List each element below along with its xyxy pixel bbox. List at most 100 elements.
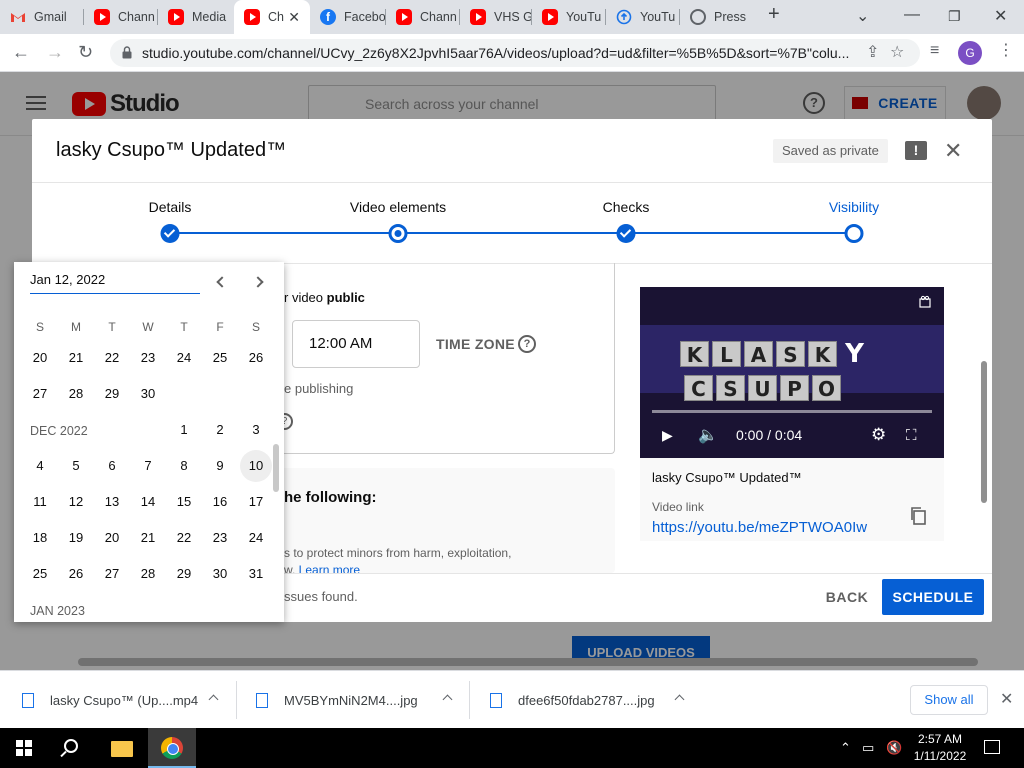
calendar-day[interactable]: 29 xyxy=(96,378,128,410)
reload-icon[interactable]: ↻ xyxy=(78,42,93,63)
close-tab-icon[interactable]: ✕ xyxy=(288,9,300,26)
calendar-day[interactable]: 14 xyxy=(132,486,164,518)
download-item[interactable]: lasky Csupo™ (Up....mp4 xyxy=(22,671,222,729)
settings-gear-icon[interactable]: ⚙ xyxy=(871,425,886,445)
step-visibility[interactable]: Visibility xyxy=(829,199,879,215)
calendar-day[interactable]: 26 xyxy=(240,342,272,374)
step-video-elements[interactable]: Video elements xyxy=(350,199,446,215)
restore-icon[interactable]: ❐ xyxy=(948,8,961,25)
tab-channel-2[interactable]: Chann xyxy=(386,0,460,34)
time-input[interactable]: 12:00 AM xyxy=(292,320,420,368)
calendar-day[interactable]: 25 xyxy=(24,558,56,590)
taskbar-search-icon[interactable] xyxy=(64,739,78,753)
calendar-day[interactable]: 20 xyxy=(24,342,56,374)
calendar-day[interactable]: 3 xyxy=(240,414,272,446)
play-icon[interactable]: ▶ xyxy=(662,427,673,444)
taskbar-clock[interactable]: 2:57 AM 1/11/2022 xyxy=(908,731,972,765)
step-visibility-ring-icon[interactable] xyxy=(844,224,864,243)
volume-muted-icon[interactable]: 🔇 xyxy=(886,740,902,756)
show-all-button[interactable]: Show all xyxy=(910,685,988,715)
calendar-day[interactable]: 29 xyxy=(168,558,200,590)
calendar-day[interactable]: 17 xyxy=(240,486,272,518)
forward-arrow-icon[interactable]: → xyxy=(46,42,64,63)
windows-start-icon[interactable] xyxy=(16,740,32,756)
calendar-scrollbar[interactable] xyxy=(273,444,279,492)
seek-bar[interactable] xyxy=(652,410,932,413)
calendar-day[interactable]: 12 xyxy=(60,486,92,518)
calendar-day[interactable]: 22 xyxy=(168,522,200,554)
tray-chevron-icon[interactable]: ⌃ xyxy=(840,740,851,756)
step-details[interactable]: Details xyxy=(149,199,192,215)
tab-press[interactable]: Press xyxy=(680,0,754,34)
download-item[interactable]: MV5BYmNiN2M4....jpg xyxy=(256,671,456,729)
calendar-day[interactable]: 2 xyxy=(204,414,236,446)
calendar-day[interactable]: 4 xyxy=(24,450,56,482)
calendar-day[interactable]: 1 xyxy=(168,414,200,446)
file-explorer-icon[interactable] xyxy=(111,741,133,757)
fullscreen-icon[interactable]: ⛶ xyxy=(906,427,917,444)
video-link[interactable]: https://youtu.be/meZPTWOA0Iw xyxy=(652,519,867,536)
step-checks-check-icon[interactable] xyxy=(616,224,636,243)
calendar-day[interactable]: 16 xyxy=(204,486,236,518)
calendar-day[interactable]: 21 xyxy=(132,522,164,554)
calendar-day[interactable]: 15 xyxy=(168,486,200,518)
new-tab-icon[interactable]: + xyxy=(768,3,780,26)
calendar-day[interactable]: 11 xyxy=(24,486,56,518)
chevron-up-icon[interactable] xyxy=(208,694,219,705)
tab-search-chevron-icon[interactable]: ⌄ xyxy=(856,6,869,26)
tab-gmail[interactable]: Gmail xyxy=(0,0,84,34)
step-details-check-icon[interactable] xyxy=(160,224,180,243)
network-icon[interactable]: ▭ xyxy=(862,740,874,756)
tab-youtube-1[interactable]: YouTu xyxy=(532,0,606,34)
next-month-icon[interactable] xyxy=(252,276,264,288)
learn-more-link[interactable]: Learn more xyxy=(299,563,360,577)
calendar-day[interactable]: 13 xyxy=(96,486,128,518)
notifications-icon[interactable] xyxy=(984,740,1000,754)
calendar-day[interactable]: 28 xyxy=(60,378,92,410)
date-input[interactable]: Jan 12, 2022 xyxy=(30,272,200,294)
chevron-up-icon[interactable] xyxy=(442,694,453,705)
time-zone-label[interactable]: TIME ZONE xyxy=(436,336,515,352)
tab-channel-1[interactable]: Chann xyxy=(84,0,158,34)
download-item[interactable]: dfee6f50fdab2787....jpg xyxy=(490,671,690,729)
calendar-day[interactable]: 23 xyxy=(132,342,164,374)
address-bar[interactable]: studio.youtube.com/channel/UCvy_2z6y8X2J… xyxy=(110,39,920,67)
step-video-elements-dot-icon[interactable] xyxy=(388,224,408,243)
calendar-day[interactable]: 31 xyxy=(240,558,272,590)
calendar-day[interactable]: 5 xyxy=(60,450,92,482)
time-zone-help-icon[interactable]: ? xyxy=(518,335,536,353)
window-close-icon[interactable]: ✕ xyxy=(994,6,1007,26)
calendar-day[interactable]: 19 xyxy=(60,522,92,554)
volume-icon[interactable]: 🔈 xyxy=(698,425,718,445)
back-arrow-icon[interactable]: ← xyxy=(12,42,30,63)
previous-month-icon[interactable] xyxy=(216,276,228,288)
calendar-day[interactable]: 8 xyxy=(168,450,200,482)
tab-youtube-2[interactable]: YouTu xyxy=(606,0,680,34)
calendar-day[interactable]: 22 xyxy=(96,342,128,374)
calendar-day[interactable]: 30 xyxy=(204,558,236,590)
calendar-day[interactable]: 21 xyxy=(60,342,92,374)
feedback-icon[interactable]: ! xyxy=(905,141,927,160)
panel-scrollbar[interactable] xyxy=(981,361,987,503)
close-downloads-icon[interactable]: ✕ xyxy=(1000,689,1013,709)
step-checks[interactable]: Checks xyxy=(603,199,650,215)
profile-avatar[interactable]: G xyxy=(958,41,982,65)
calendar-day[interactable]: 7 xyxy=(132,450,164,482)
share-icon[interactable]: ⇪ xyxy=(866,42,879,62)
calendar-day[interactable]: 23 xyxy=(204,522,236,554)
tab-facebook[interactable]: f Facebo xyxy=(310,0,386,34)
browser-menu-icon[interactable]: ⋮ xyxy=(998,40,1014,60)
calendar-day[interactable]: 9 xyxy=(204,450,236,482)
video-player[interactable]: K L A S K Y C S U P O ▶ 🔈 0:00 / 0:04 ⚙ … xyxy=(640,287,944,458)
calendar-day[interactable]: 25 xyxy=(204,342,236,374)
calendar-day[interactable]: 24 xyxy=(240,522,272,554)
calendar-day-highlighted[interactable]: 10 xyxy=(240,450,272,482)
minimize-icon[interactable]: — xyxy=(904,6,920,24)
calendar-day[interactable]: 18 xyxy=(24,522,56,554)
schedule-button[interactable]: SCHEDULE xyxy=(882,579,984,615)
calendar-day[interactable]: 6 xyxy=(96,450,128,482)
calendar-day[interactable]: 24 xyxy=(168,342,200,374)
calendar-day[interactable]: 27 xyxy=(24,378,56,410)
calendar-day[interactable]: 26 xyxy=(60,558,92,590)
chevron-up-icon[interactable] xyxy=(674,694,685,705)
